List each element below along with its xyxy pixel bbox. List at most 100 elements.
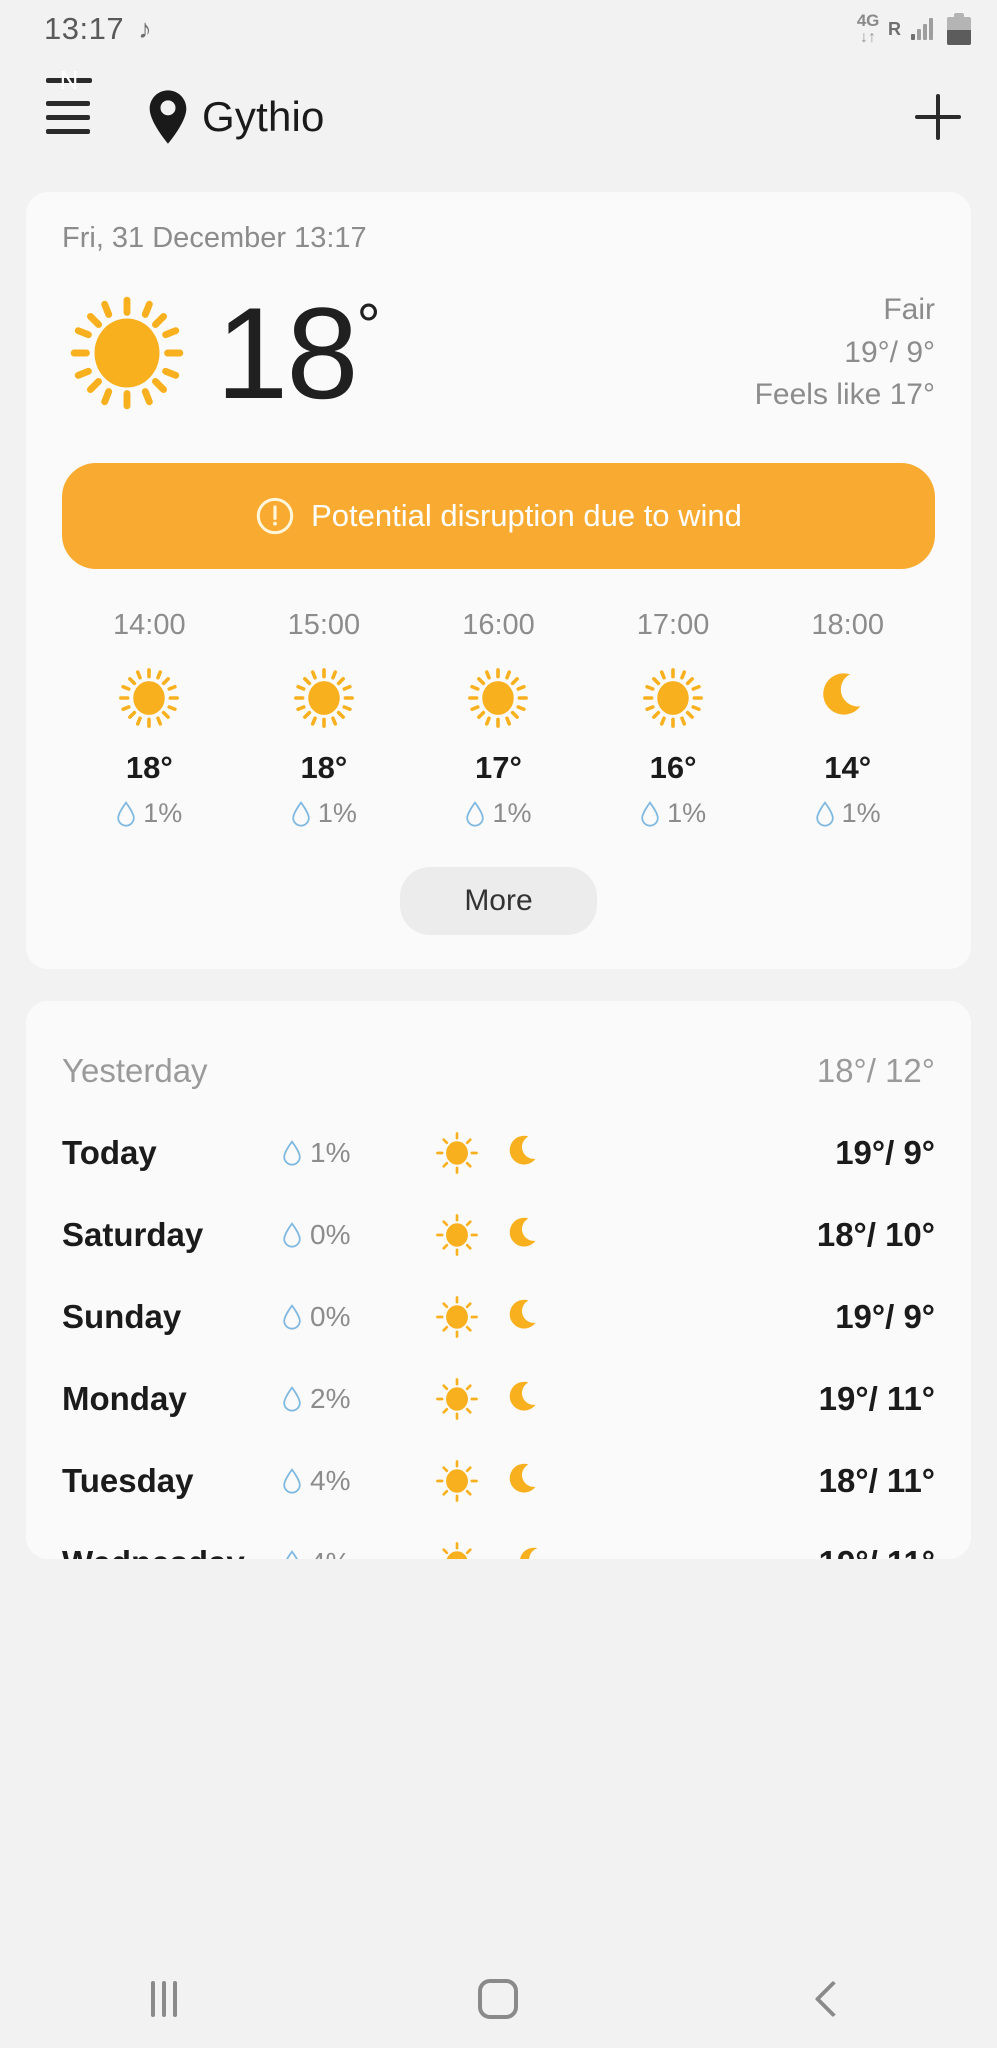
daily-day-label: Tuesday [62,1462,194,1499]
daily-temps: 18°/ 10° [816,1216,935,1253]
daily-row-sunday[interactable]: Sunday 0% 19°/ 9° [62,1281,935,1353]
daily-temps: 19°/ 11° [818,1380,935,1417]
hourly-precipitation: 1% [116,798,182,829]
current-high-low: 19°/ 9° [844,335,935,369]
daily-temps: 18°/ 11° [818,1462,935,1499]
weather-alert-banner[interactable]: Potential disruption due to wind [62,463,935,569]
daily-precipitation: 2% [282,1383,432,1415]
sun-icon [637,656,709,740]
daily-row-today[interactable]: Today 1% 19°/ 9° [62,1117,935,1189]
daily-icons [432,1210,592,1260]
current-weather-card: Fri, 31 December 13:17 18 ° Fair 19°/ 9°… [26,192,971,969]
daily-row-yesterday[interactable]: Yesterday 18°/ 12° [62,1035,935,1107]
sun-icon [432,1292,482,1342]
hourly-temp: 18° [300,750,348,785]
current-details: Fair 19°/ 9° Feels like 17° [755,289,935,417]
status-bar-clock: 13:17 [44,11,125,46]
page-title[interactable]: Gythio [202,93,325,141]
moon-icon [504,1130,550,1176]
moon-cloud-icon [504,1540,560,1559]
moon-icon [504,1458,550,1504]
daily-temps: 19°/ 11° [819,1544,935,1559]
water-drop-icon [283,1304,301,1330]
signal-bars-icon [911,18,933,40]
back-icon[interactable] [814,1980,852,2018]
recents-icon[interactable] [150,1981,177,2017]
daily-row-saturday[interactable]: Saturday 0% 18°/ 10° [62,1199,935,1271]
hourly-item[interactable]: 16:00 17° 1% [411,609,586,829]
sun-icon [432,1210,482,1260]
daily-temps: 19°/ 9° [835,1134,935,1171]
water-drop-icon [815,800,834,827]
hourly-time: 18:00 [811,609,884,641]
current-conditions-row: 18 ° Fair 19°/ 9° Feels like 17° [62,273,935,433]
app-header: N Gythio [0,58,997,176]
current-datetime: Fri, 31 December 13:17 [62,222,367,254]
water-drop-icon [283,1222,301,1248]
menu-notification-badge: N [46,65,92,95]
daily-row-monday[interactable]: Monday 2% 19°/ 11° [62,1363,935,1435]
moon-icon [504,1212,550,1258]
water-drop-icon [286,1550,298,1559]
weather-app-screen: 13:17 ♪ 4G ↓↑ R N Gythio Fri, 31 Decembe… [0,0,997,2048]
daily-icons [432,1292,592,1342]
hourly-time: 17:00 [636,609,710,641]
water-drop-icon [466,800,485,827]
daily-temps: 18°/ 12° [816,1052,935,1089]
hourly-temp: 14° [824,750,872,785]
roaming-icon: R [888,19,901,39]
hourly-precipitation: 1% [815,798,881,829]
daily-row-tuesday[interactable]: Tuesday 4% 18°/ 11° [62,1445,935,1517]
weather-alert-text: Potential disruption due to wind [311,498,742,533]
sun-icon [432,1374,482,1424]
water-drop-icon [641,800,659,827]
daily-forecast-card: Yesterday 18°/ 12° Today 1% 19°/ 9° Satu… [26,1001,971,1559]
daily-precipitation: 4% [282,1547,432,1559]
sun-icon [62,288,192,418]
water-drop-icon [283,1140,301,1166]
sun-icon [462,656,534,740]
system-navigation-bar [0,1950,997,2048]
current-feels-like: Feels like 17° [754,378,935,412]
water-drop-icon [283,1386,301,1412]
water-drop-icon [292,800,310,827]
status-bar-right: 4G ↓↑ R [857,12,971,46]
home-icon[interactable] [478,1979,519,2019]
hourly-temp: 18° [125,750,173,785]
status-bar-left: 13:17 ♪ [44,11,152,47]
hourly-item[interactable]: 18:00 14° 1% [760,609,935,829]
sun-icon [432,1456,482,1506]
hourly-precipitation: 1% [465,798,532,829]
status-bar: 13:17 ♪ 4G ↓↑ R [0,0,997,58]
hourly-time: 15:00 [287,609,361,641]
daily-row-wednesday[interactable]: Wednesday 4% 19°/ 11° [62,1527,935,1559]
hourly-item[interactable]: 17:00 16° 1% [586,609,761,829]
hourly-time: 14:00 [113,609,186,641]
add-location-button[interactable] [909,88,967,146]
daily-icons [432,1456,592,1506]
daily-precipitation: 1% [282,1137,432,1169]
hourly-temp: 17° [475,750,522,785]
hourly-item[interactable]: 15:00 18° 1% [237,609,412,829]
moon-icon [504,1376,550,1422]
daily-icons [432,1374,592,1424]
daily-day-label: Saturday [62,1216,204,1253]
sun-icon [432,1128,482,1178]
hourly-forecast-list: 14:00 18° 1% 15:00 18° 1% 16:00 17° 1% 1… [62,609,935,829]
hourly-temp: 16° [649,750,697,785]
warning-circle-icon [255,496,295,536]
hourly-precipitation: 1% [640,798,706,829]
daily-day-label: Yesterday [62,1052,208,1089]
water-drop-icon [117,800,135,827]
daily-icons [432,1538,592,1559]
daily-day-label: Monday [62,1380,187,1417]
current-condition: Fair [883,293,935,327]
daily-precipitation: 0% [282,1301,432,1333]
more-button[interactable]: More [400,867,597,935]
daily-icons [432,1128,592,1178]
daily-day-label: Wednesday [62,1544,282,1559]
hamburger-menu-icon[interactable]: N [46,65,98,140]
sun-icon [288,656,360,740]
moon-icon [504,1294,550,1340]
hourly-item[interactable]: 14:00 18° 1% [62,609,237,829]
